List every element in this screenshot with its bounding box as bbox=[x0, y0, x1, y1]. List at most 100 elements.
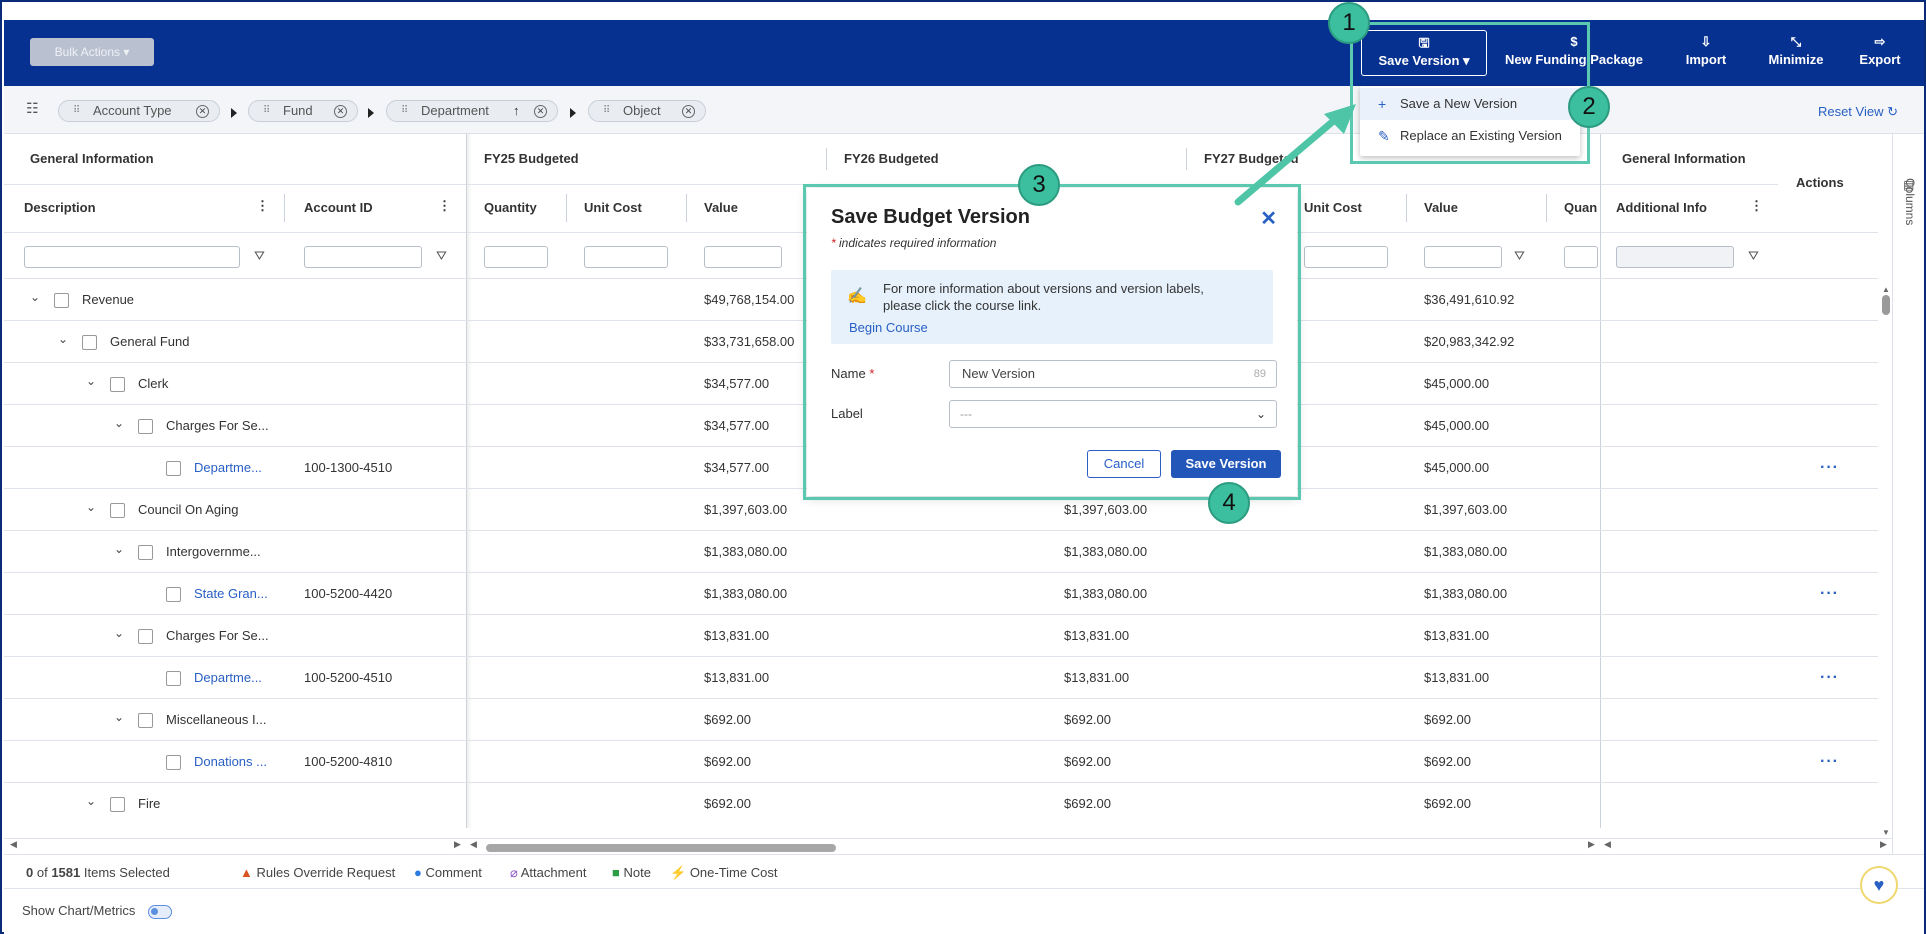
column-menu-icon[interactable]: ⋮ bbox=[256, 198, 269, 214]
row-checkbox[interactable] bbox=[166, 587, 181, 602]
chevron-right-icon bbox=[368, 108, 374, 118]
remove-chip-icon[interactable]: ✕ bbox=[682, 105, 695, 118]
filter-value-input[interactable] bbox=[704, 246, 782, 268]
refresh-icon: ↻ bbox=[1887, 104, 1898, 119]
scroll-down-icon[interactable]: ▼ bbox=[1882, 828, 1890, 837]
column-menu-icon[interactable]: ⋮ bbox=[1750, 198, 1763, 214]
filter-unit-cost-input[interactable] bbox=[584, 246, 668, 268]
scroll-right-icon[interactable]: ▶ bbox=[454, 839, 461, 850]
filter-icon[interactable]: ⛛ bbox=[254, 248, 265, 264]
chevron-down-icon[interactable]: ⌄ bbox=[114, 542, 124, 556]
row-checkbox[interactable] bbox=[110, 797, 125, 812]
vertical-scrollbar-thumb[interactable] bbox=[1882, 295, 1890, 315]
filter-quantity-input[interactable] bbox=[484, 246, 548, 268]
row-checkbox[interactable] bbox=[138, 419, 153, 434]
row-description[interactable]: State Gran... bbox=[194, 573, 268, 615]
sort-ascending-icon[interactable]: ↑ bbox=[513, 101, 520, 121]
row-description[interactable]: Departme... bbox=[194, 657, 262, 699]
chevron-down-icon[interactable]: ⌄ bbox=[86, 794, 96, 808]
row-value-fy27: $1,397,603.00 bbox=[1424, 502, 1508, 517]
row-actions-menu[interactable]: ··· bbox=[1820, 657, 1839, 699]
horizontal-scrollbar[interactable]: ◀ ▶ ◀ ▶ ◀ ▶ bbox=[4, 838, 1892, 854]
columns-sidebar[interactable]: ▤ Columns bbox=[1892, 134, 1924, 854]
group-chip-object[interactable]: ⠿ Object ✕ bbox=[588, 100, 706, 122]
table-row[interactable]: ⌄ Intergovernme... $1,383,080.00 $1,383,080… bbox=[4, 530, 1878, 572]
table-row[interactable]: Donations ... 100-5200-4810 $692.00 $692.00… bbox=[4, 740, 1878, 782]
col-unit-cost[interactable]: Unit Cost bbox=[584, 184, 642, 232]
columns-label: Columns bbox=[1903, 178, 1917, 226]
scroll-up-icon[interactable]: ▲ bbox=[1882, 285, 1890, 294]
row-actions-menu[interactable]: ··· bbox=[1820, 741, 1839, 783]
filter-icon[interactable]: ⛛ bbox=[1514, 248, 1525, 264]
import-button[interactable]: ⇩ Import bbox=[1676, 34, 1736, 68]
col-additional-info[interactable]: Additional Info bbox=[1616, 184, 1707, 232]
chevron-down-icon[interactable]: ⌄ bbox=[30, 290, 40, 304]
row-value-fy27: $45,000.00 bbox=[1424, 418, 1490, 433]
reset-view-link[interactable]: Reset View ↻ bbox=[1818, 104, 1898, 120]
scroll-right-icon[interactable]: ▶ bbox=[1880, 839, 1887, 850]
drag-grip-icon[interactable]: ⠿ bbox=[73, 101, 80, 121]
col-quantity[interactable]: Quantity bbox=[484, 184, 537, 232]
table-row[interactable]: Departme... 100-5200-4510 $13,831.00 $13,83… bbox=[4, 656, 1878, 698]
chevron-down-icon[interactable]: ⌄ bbox=[114, 710, 124, 724]
scroll-left-icon[interactable]: ◀ bbox=[470, 839, 477, 850]
table-row[interactable]: ⌄ Charges For Se... $13,831.00 $13,831.00 $1… bbox=[4, 614, 1878, 656]
filter-value-fy27-input[interactable] bbox=[1424, 246, 1502, 268]
drag-grip-icon[interactable]: ⠿ bbox=[263, 101, 270, 121]
scroll-left-icon[interactable]: ◀ bbox=[1604, 839, 1611, 850]
row-description[interactable]: Departme... bbox=[194, 447, 262, 489]
scroll-right-icon[interactable]: ▶ bbox=[1588, 839, 1595, 850]
row-checkbox[interactable] bbox=[138, 713, 153, 728]
export-button[interactable]: ⇨ Export bbox=[1850, 34, 1910, 68]
remove-chip-icon[interactable]: ✕ bbox=[334, 105, 347, 118]
tree-list-icon[interactable]: ☷ bbox=[26, 100, 39, 117]
col-value[interactable]: Value bbox=[704, 184, 738, 232]
col-value-fy27[interactable]: Value bbox=[1424, 184, 1458, 232]
remove-chip-icon[interactable]: ✕ bbox=[196, 105, 209, 118]
row-actions-menu[interactable]: ··· bbox=[1820, 573, 1839, 615]
row-checkbox[interactable] bbox=[138, 629, 153, 644]
row-checkbox[interactable] bbox=[166, 671, 181, 686]
heart-icon[interactable]: ♥ bbox=[1860, 866, 1898, 904]
chevron-down-icon[interactable]: ⌄ bbox=[86, 374, 96, 388]
chevron-down-icon[interactable]: ⌄ bbox=[114, 416, 124, 430]
chevron-down-icon[interactable]: ⌄ bbox=[86, 500, 96, 514]
table-row[interactable]: ⌄ Miscellaneous I... $692.00 $692.00 $692.00 bbox=[4, 698, 1878, 740]
col-quantity-fy28[interactable]: Quan bbox=[1564, 184, 1597, 232]
drag-grip-icon[interactable]: ⠿ bbox=[401, 101, 408, 121]
row-checkbox[interactable] bbox=[54, 293, 69, 308]
row-checkbox[interactable] bbox=[82, 335, 97, 350]
column-menu-icon[interactable]: ⋮ bbox=[438, 198, 451, 214]
remove-chip-icon[interactable]: ✕ bbox=[534, 105, 547, 118]
filter-additional-info-input[interactable] bbox=[1616, 246, 1734, 268]
table-row[interactable]: ⌄ Fire $692.00 $692.00 $692.00 bbox=[4, 782, 1878, 824]
col-account-id[interactable]: Account ID bbox=[304, 184, 373, 232]
col-description[interactable]: Description bbox=[24, 184, 96, 232]
row-description[interactable]: Donations ... bbox=[194, 741, 267, 783]
minimize-button[interactable]: ⤡ Minimize bbox=[1756, 34, 1836, 68]
chevron-down-icon[interactable]: ⌄ bbox=[114, 626, 124, 640]
show-chart-toggle[interactable] bbox=[148, 905, 172, 919]
row-checkbox[interactable] bbox=[110, 377, 125, 392]
bulk-actions-button[interactable]: Bulk Actions ▾ bbox=[30, 38, 154, 66]
table-row[interactable]: State Gran... 100-5200-4420 $1,383,080.00 $… bbox=[4, 572, 1878, 614]
filter-unit-cost-fy27-input[interactable] bbox=[1304, 246, 1388, 268]
row-actions-menu[interactable]: ··· bbox=[1820, 447, 1839, 489]
horizontal-scrollbar-thumb[interactable] bbox=[486, 844, 836, 852]
filter-icon[interactable]: ⛛ bbox=[436, 248, 447, 264]
filter-account-id-input[interactable] bbox=[304, 246, 422, 268]
chevron-down-icon[interactable]: ⌄ bbox=[58, 332, 68, 346]
group-chip-fund[interactable]: ⠿ Fund ✕ bbox=[248, 100, 358, 122]
drag-grip-icon[interactable]: ⠿ bbox=[603, 101, 610, 121]
group-chip-account-type[interactable]: ⠿ Account Type ✕ bbox=[58, 100, 220, 122]
filter-quantity-fy28-input[interactable] bbox=[1564, 246, 1598, 268]
filter-description-input[interactable] bbox=[24, 246, 240, 268]
row-description: Charges For Se... bbox=[166, 628, 269, 643]
row-checkbox[interactable] bbox=[166, 755, 181, 770]
row-checkbox[interactable] bbox=[166, 461, 181, 476]
group-chip-department[interactable]: ⠿ Department ↑ ✕ bbox=[386, 100, 558, 122]
scroll-left-icon[interactable]: ◀ bbox=[10, 839, 17, 850]
filter-icon[interactable]: ⛛ bbox=[1748, 248, 1759, 264]
row-checkbox[interactable] bbox=[138, 545, 153, 560]
row-checkbox[interactable] bbox=[110, 503, 125, 518]
